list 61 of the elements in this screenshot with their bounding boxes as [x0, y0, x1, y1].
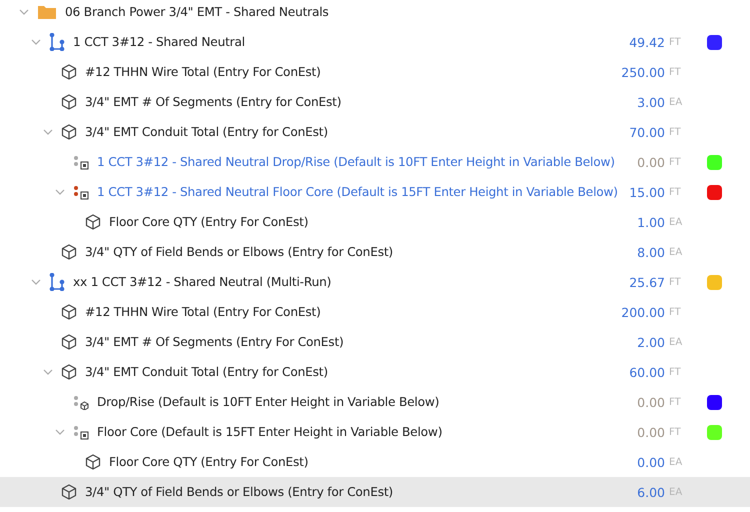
item-name: 3/4" QTY of Field Bends or Elbows (Entry for ConEst) — [85, 245, 393, 259]
cube-icon — [61, 334, 77, 350]
item-name: 3/4" EMT # Of Segments (Entry for ConEst) — [85, 95, 342, 109]
quantity-value: 2.00 — [637, 334, 665, 350]
unit-label: EA — [669, 216, 684, 228]
folder-icon — [37, 4, 57, 20]
item-name: 1 CCT 3#12 - Shared Neutral Floor Core (Default is 15FT Enter Height in Variable Below) — [97, 185, 618, 199]
unit-label: EA — [669, 456, 684, 468]
unit-label: FT — [669, 396, 682, 408]
item-name: 1 CCT 3#12 - Shared Neutral — [73, 35, 245, 49]
quantity-value: 60.00 — [629, 364, 665, 380]
cube-icon — [85, 214, 101, 230]
item-name: 3/4" QTY of Field Bends or Elbows (Entry for ConEst) — [85, 485, 393, 499]
item-name: 3/4" EMT # Of Segments (Entry For ConEst) — [85, 335, 344, 349]
unit-label: FT — [669, 366, 682, 378]
cube-icon — [61, 304, 77, 320]
unit-label: FT — [669, 186, 682, 198]
quantity-value: 8.00 — [637, 244, 665, 260]
item-name: #12 THHN Wire Total (Entry For ConEst) — [85, 65, 321, 79]
cube-icon — [61, 124, 77, 140]
cube-icon — [61, 364, 77, 380]
cube-icon — [61, 64, 77, 80]
quantity-value: 25.67 — [629, 274, 665, 290]
quantity-value: 1.00 — [637, 214, 665, 230]
unit-label: FT — [669, 36, 682, 48]
item-name: Drop/Rise (Default is 10FT Enter Height in Variable Below) — [97, 395, 440, 409]
unit-label: EA — [669, 96, 684, 108]
unit-label: FT — [669, 156, 682, 168]
item-name: #12 THHN Wire Total (Entry For ConEst) — [85, 305, 321, 319]
item-name: Floor Core (Default is 15FT Enter Height in Variable Below) — [97, 425, 442, 439]
unit-label: EA — [669, 336, 684, 348]
quantity-value: 200.00 — [621, 304, 665, 320]
quantity-value: 0.00 — [637, 394, 665, 410]
item-name: 1 CCT 3#12 - Shared Neutral Drop/Rise (Default is 10FT Enter Height in Variable Below) — [97, 155, 615, 169]
unit-label: FT — [669, 426, 682, 438]
cube-icon — [61, 94, 77, 110]
hierarchy-icon — [49, 273, 65, 291]
quantity-value: 49.42 — [629, 34, 665, 50]
item-name: Floor Core QTY (Entry For ConEst) — [109, 215, 308, 229]
item-name: Floor Core QTY (Entry For ConEst) — [109, 455, 308, 469]
quantity-value: 6.00 — [637, 484, 665, 500]
unit-label: FT — [669, 126, 682, 138]
cube-icon — [85, 454, 101, 470]
item-name: xx 1 CCT 3#12 - Shared Neutral (Multi-Run) — [73, 275, 332, 289]
hierarchy-icon — [49, 33, 65, 51]
quantity-value: 3.00 — [637, 94, 665, 110]
cube-icon — [61, 244, 77, 260]
cube-icon — [61, 484, 77, 500]
unit-label: FT — [669, 66, 682, 78]
quantity-value: 250.00 — [621, 64, 665, 80]
item-name: 06 Branch Power 3/4" EMT - Shared Neutrals — [65, 5, 329, 19]
quantity-value: 15.00 — [629, 184, 665, 200]
item-name: 3/4" EMT Conduit Total (Entry for ConEst) — [85, 125, 328, 139]
quantity-value: 0.00 — [637, 454, 665, 470]
unit-label: EA — [669, 246, 684, 258]
quantity-value: 0.00 — [637, 424, 665, 440]
quantity-value: 0.00 — [637, 154, 665, 170]
quantity-value: 70.00 — [629, 124, 665, 140]
item-name: 3/4" EMT Conduit Total (Entry for ConEst) — [85, 365, 328, 379]
unit-label: FT — [669, 276, 682, 288]
unit-label: FT — [669, 306, 682, 318]
